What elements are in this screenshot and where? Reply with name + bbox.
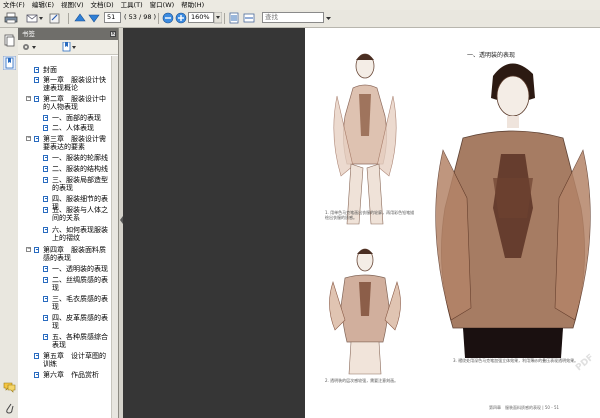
- bookmark-item[interactable]: 二、服装的结构线: [43, 165, 110, 173]
- menu-tools[interactable]: 工具(T): [118, 0, 147, 10]
- bookmark-icon: [34, 96, 39, 102]
- bookmark-icon: [43, 155, 48, 161]
- close-icon[interactable]: ×: [110, 31, 116, 37]
- menu-help[interactable]: 帮助(H): [178, 0, 208, 10]
- menu-view[interactable]: 视图(V): [58, 0, 88, 10]
- fashion-sketch-2: [329, 248, 401, 375]
- bookmark-item[interactable]: − 第二章 服装设计中的人物表现: [26, 95, 110, 111]
- bookmark-icon: [43, 296, 48, 302]
- bookmarks-toolbar: [18, 40, 118, 55]
- navigation-pane-strip: [0, 28, 19, 418]
- bookmark-item[interactable]: 二、人体表现: [43, 124, 110, 132]
- bookmark-icon: [43, 207, 48, 213]
- bookmark-item[interactable]: − 第四章 服装面料质感的表现: [26, 246, 110, 262]
- options-icon[interactable]: [22, 42, 38, 52]
- bookmarks-title: 书签: [22, 30, 35, 38]
- bookmarks-icon[interactable]: [3, 56, 16, 70]
- zoom-out-icon[interactable]: [162, 12, 174, 24]
- bookmark-item[interactable]: 一、面部的表现: [43, 114, 110, 122]
- bookmark-tree: 封面 第一章 服装设计快速表现概论 − 第二章 服装设计中的人物表现 一、面部的…: [18, 56, 112, 418]
- bookmark-icon: [43, 177, 48, 183]
- toolbar-separator: [224, 13, 225, 24]
- bookmark-icon: [34, 353, 39, 359]
- bookmarks-panel: 书签 × 封面 第一章 服装设计快速表现概论 − 第二章 服装设计中的人物表现: [18, 28, 118, 418]
- bookmark-icon: [34, 136, 39, 142]
- attachments-icon[interactable]: [4, 402, 15, 415]
- bookmark-icon: [43, 166, 48, 172]
- caption: 1. 用单色马克笔画出衣服的轮廓，再用彩色铅笔描绘出衣服的质感。: [325, 210, 415, 220]
- collapse-toggle-icon[interactable]: −: [26, 96, 31, 101]
- comments-icon[interactable]: [3, 382, 16, 393]
- bookmark-icon: [34, 67, 39, 73]
- bookmark-icon: [43, 227, 48, 233]
- bookmark-icon: [43, 125, 48, 131]
- bookmark-icon: [43, 266, 48, 272]
- bookmarks-panel-header: 书签 ×: [18, 28, 118, 40]
- new-bookmark-icon[interactable]: [62, 42, 78, 52]
- bookmark-item[interactable]: 封面: [34, 66, 110, 74]
- menu-document[interactable]: 文档(D): [88, 0, 118, 10]
- fashion-sketch-1: [333, 53, 397, 225]
- collapse-toggle-icon[interactable]: −: [26, 136, 31, 141]
- bookmark-item[interactable]: 第五章 设计草图的训练: [34, 352, 110, 368]
- search-dropdown-icon[interactable]: [325, 12, 332, 24]
- document-page: 一、透明装的表现 1. 用单色马克笔画出衣服的轮廓，再用彩色铅笔描绘出衣服的质感…: [305, 28, 600, 418]
- bookmark-item[interactable]: 一、服装的轮廓线: [43, 154, 110, 162]
- toolbar-separator: [158, 13, 159, 24]
- bookmark-item[interactable]: 三、毛衣质感的表现: [43, 295, 110, 311]
- bookmark-icon: [34, 77, 39, 83]
- bookmark-icon: [34, 247, 39, 253]
- previous-page-icon[interactable]: [74, 12, 86, 24]
- bookmark-icon: [34, 372, 39, 378]
- fit-page-icon[interactable]: [228, 12, 240, 24]
- toolbar: 51 ( 53 / 98 ) 160% 查找: [0, 10, 600, 28]
- bookmark-item[interactable]: 第一章 服装设计快速表现概论: [34, 76, 110, 92]
- next-page-icon[interactable]: [88, 12, 100, 24]
- zoom-in-icon[interactable]: [175, 12, 187, 24]
- bookmark-icon: [43, 115, 48, 121]
- menu-window[interactable]: 窗口(W): [147, 0, 179, 10]
- collapse-toggle-icon[interactable]: −: [26, 247, 31, 252]
- fashion-sketch-3: [435, 63, 591, 358]
- bookmark-item[interactable]: 三、服装局部造型的表现: [43, 176, 110, 192]
- chevron-down-icon[interactable]: [38, 12, 44, 24]
- bookmark-icon: [43, 334, 48, 340]
- bookmark-icon: [43, 196, 48, 202]
- pages-icon[interactable]: [4, 34, 15, 47]
- bookmarks-scrollbar[interactable]: [111, 56, 118, 418]
- bookmark-icon: [43, 277, 48, 283]
- zoom-dropdown-icon[interactable]: [214, 12, 222, 24]
- menu-file[interactable]: 文件(F): [0, 0, 29, 10]
- print-icon[interactable]: [4, 12, 18, 24]
- fit-width-icon[interactable]: [243, 12, 255, 24]
- bookmark-item[interactable]: 五、各种质感综合表现: [43, 333, 110, 349]
- caption: 2. 透明装的层次感较强，需要注意刻画。: [325, 378, 399, 383]
- toolbar-separator: [68, 13, 69, 24]
- bookmark-item[interactable]: 四、皮革质感的表现: [43, 314, 110, 330]
- email-icon[interactable]: [26, 12, 38, 24]
- caption: 3. 褶纹处用深色马克笔加强立体效果，利用薄纱的叠压表现透明效果。: [453, 358, 579, 363]
- sign-icon[interactable]: [48, 12, 62, 24]
- bookmark-icon: [43, 315, 48, 321]
- page-footer: 第四章 服装面料质感的表现 | 50 - 51: [489, 405, 560, 410]
- bookmark-item[interactable]: 一、透明装的表现: [43, 265, 110, 273]
- menu-bar: 文件(F) 编辑(E) 视图(V) 文档(D) 工具(T) 窗口(W) 帮助(H…: [0, 0, 600, 10]
- bookmark-item[interactable]: 六、如何表现服装上的褶纹: [43, 226, 110, 242]
- bookmark-item[interactable]: 第六章 作品赏析: [34, 371, 110, 379]
- page-count: ( 53 / 98 ): [124, 13, 157, 21]
- search-input[interactable]: 查找: [262, 12, 324, 23]
- bookmark-item[interactable]: 五、服装与人体之间的关系: [43, 206, 110, 222]
- bookmark-item[interactable]: 四、服装细节的表现: [43, 195, 110, 211]
- bookmark-item[interactable]: − 第三章 服装设计需要表达的要素: [26, 135, 110, 151]
- page-number-input[interactable]: 51: [104, 12, 121, 23]
- bookmark-item[interactable]: 二、丝绸质感的表现: [43, 276, 110, 292]
- menu-edit[interactable]: 编辑(E): [29, 0, 58, 10]
- zoom-level-input[interactable]: 160%: [188, 12, 214, 23]
